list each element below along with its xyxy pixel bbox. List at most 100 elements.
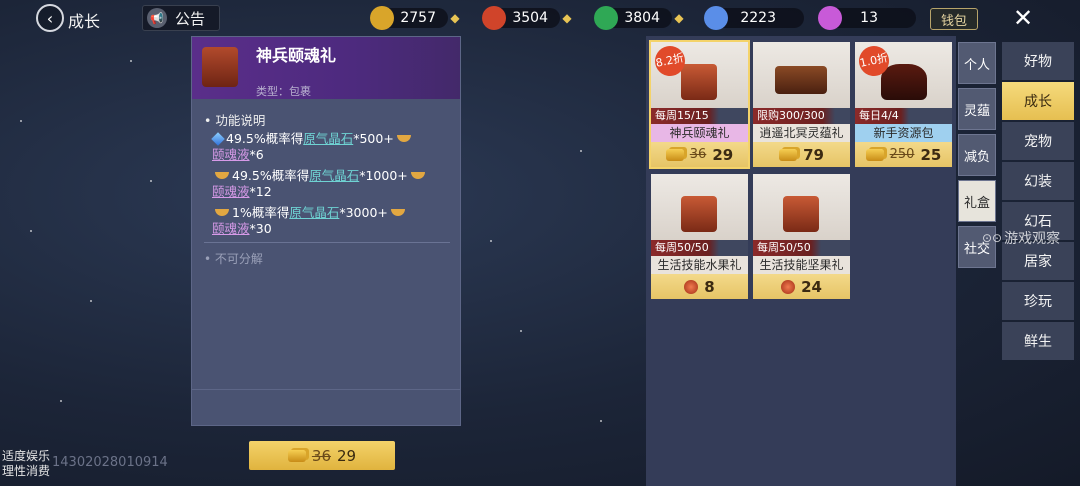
item-price: 250 25 [855, 142, 952, 167]
item-image [753, 174, 850, 240]
notice-button[interactable]: 📢 公告 [142, 5, 220, 31]
gold-ingot-icon [370, 6, 394, 30]
age-notice: 适度娱乐 理性消费 [2, 449, 51, 478]
page-title: 成长 [68, 12, 101, 31]
subtab-personal[interactable]: 个人 [958, 42, 996, 84]
reward-line: 49.5%概率得原气晶石*1000+ 颐魂液*12 [212, 168, 450, 200]
subtab-lingyun[interactable]: 灵蕴 [958, 88, 996, 130]
crystal-icon [704, 6, 728, 30]
currency-gold: 2757 ◆ [370, 6, 460, 30]
notice-label: 公告 [175, 9, 206, 28]
price: 29 [337, 446, 357, 465]
detail-footer [192, 389, 460, 425]
item-name: 生活技能坚果礼 [753, 256, 850, 274]
bucket-icon [681, 196, 717, 232]
currency-red: 3504 ◆ [482, 6, 572, 30]
buy-button[interactable]: 36 29 [249, 441, 395, 470]
purchase-limit: 每周50/50 [651, 240, 719, 256]
purchase-limit: 每日4/4 [855, 108, 909, 124]
item-thumbnail [202, 47, 238, 87]
tab-costume[interactable]: 幻装 [1002, 162, 1074, 200]
gold-coin-icon [865, 148, 884, 161]
purchase-limit: 每周15/15 [651, 108, 719, 124]
subtab-giftbox[interactable]: 礼盒 [958, 180, 996, 222]
item-link[interactable]: 颐魂液 [212, 184, 250, 199]
close-button[interactable]: ✕ [1008, 3, 1038, 33]
item-image [651, 174, 748, 240]
shop-item-card[interactable]: 1.0折 每日4/4 新手资源包 250 25 [855, 42, 952, 167]
item-image [753, 42, 850, 108]
jade-icon [594, 6, 618, 30]
watermark-icon: ⊙⊙ [982, 231, 1003, 245]
item-name: 神兵颐魂礼 [651, 124, 748, 142]
no-decompose-note: • 不可分解 [204, 252, 263, 266]
item-name: 逍遥北冥灵蕴礼 [753, 124, 850, 142]
lantern-icon [881, 64, 927, 100]
section-title: • 功能说明 [204, 113, 266, 128]
item-description: • 功能说明 49.5%概率得原气晶石*500+ 颐魂液*6 49.5%概率得原… [192, 99, 460, 267]
watermark: ⊙⊙ 游戏观察 [982, 231, 1061, 247]
reward-line: 49.5%概率得原气晶石*500+ 颐魂液*6 [211, 131, 450, 163]
tab-fresh[interactable]: 鲜生 [1002, 322, 1074, 360]
top-bar: ‹ 成长 📢 公告 2757 ◆ 3504 ◆ 3804 ◆ 2223 13 钱… [0, 0, 1080, 36]
gem-icon [818, 6, 842, 30]
megaphone-icon: 📢 [147, 8, 167, 28]
bowl-icon [410, 172, 425, 179]
bowl-icon [215, 172, 229, 179]
bucket-icon [681, 64, 717, 100]
item-link[interactable]: 颐魂液 [212, 221, 250, 236]
item-detail-panel: 神兵颐魂礼 类型：包裹 • 功能说明 49.5%概率得原气晶石*500+ 颐魂液… [191, 36, 461, 426]
old-price: 36 [311, 446, 331, 465]
back-button[interactable]: ‹ [36, 4, 64, 32]
red-ore-icon [781, 279, 796, 294]
red-ore-icon [684, 279, 699, 294]
gold-coin-icon [287, 449, 306, 462]
add-currency-button[interactable]: ◆ [448, 11, 462, 25]
item-price: 24 [753, 274, 850, 299]
reward-line: 1%概率得原气晶石*3000+ 颐魂液*30 [212, 205, 450, 237]
tab-goods[interactable]: 好物 [1002, 42, 1074, 80]
currency-green: 3804 ◆ [594, 6, 684, 30]
shop-panel: 8.2折 每周15/15 神兵颐魂礼 36 29 限购300/300 逍遥北冥灵… [646, 36, 956, 486]
bowl-icon [396, 135, 411, 142]
close-icon: ✕ [1012, 4, 1034, 32]
add-currency-button[interactable]: ◆ [560, 11, 574, 25]
divider [204, 242, 450, 243]
gold-coin-icon [665, 148, 684, 161]
tab-growth[interactable]: 成长 [1002, 82, 1074, 120]
item-type: 类型：包裹 [256, 85, 311, 98]
item-link[interactable]: 原气晶石 [309, 168, 359, 183]
purchase-limit: 每周50/50 [753, 240, 821, 256]
chevron-left-icon: ‹ [46, 8, 54, 28]
item-price: 8 [651, 274, 748, 299]
item-name: 生活技能水果礼 [651, 256, 748, 274]
bucket-icon [783, 196, 819, 232]
subtab-reduce[interactable]: 减负 [958, 134, 996, 176]
tab-treasure[interactable]: 珍玩 [1002, 282, 1074, 320]
item-name: 新手资源包 [855, 124, 952, 142]
currency-gem: 13 [818, 6, 916, 30]
item-link[interactable]: 颐魂液 [212, 147, 250, 162]
bowl-icon [215, 209, 229, 216]
item-name: 神兵颐魂礼 [256, 46, 337, 65]
item-link[interactable]: 原气晶石 [289, 205, 339, 220]
chest-icon [775, 66, 827, 94]
item-detail-header: 神兵颐魂礼 类型：包裹 [192, 37, 460, 99]
currency-crystal: 2223 [704, 6, 804, 30]
shop-item-card[interactable]: 每周50/50 生活技能水果礼 8 [651, 174, 748, 299]
shop-item-card[interactable]: 8.2折 每周15/15 神兵颐魂礼 36 29 [649, 40, 750, 169]
item-price: 36 29 [651, 142, 748, 167]
bowl-icon [390, 209, 405, 216]
item-link[interactable]: 原气晶石 [303, 131, 353, 146]
item-price: 79 [753, 142, 850, 167]
purchase-limit: 限购300/300 [753, 108, 835, 124]
crystal-icon [211, 132, 225, 146]
shop-item-card[interactable]: 限购300/300 逍遥北冥灵蕴礼 79 [753, 42, 850, 167]
gold-coin-icon [779, 148, 798, 161]
shop-item-card[interactable]: 每周50/50 生活技能坚果礼 24 [753, 174, 850, 299]
wallet-button[interactable]: 钱包 [930, 8, 978, 30]
main-category-tabs: 好物 成长 宠物 幻装 幻石 居家 珍玩 鲜生 [1002, 42, 1078, 362]
red-ore-icon [482, 6, 506, 30]
add-currency-button[interactable]: ◆ [672, 11, 686, 25]
tab-pets[interactable]: 宠物 [1002, 122, 1074, 160]
